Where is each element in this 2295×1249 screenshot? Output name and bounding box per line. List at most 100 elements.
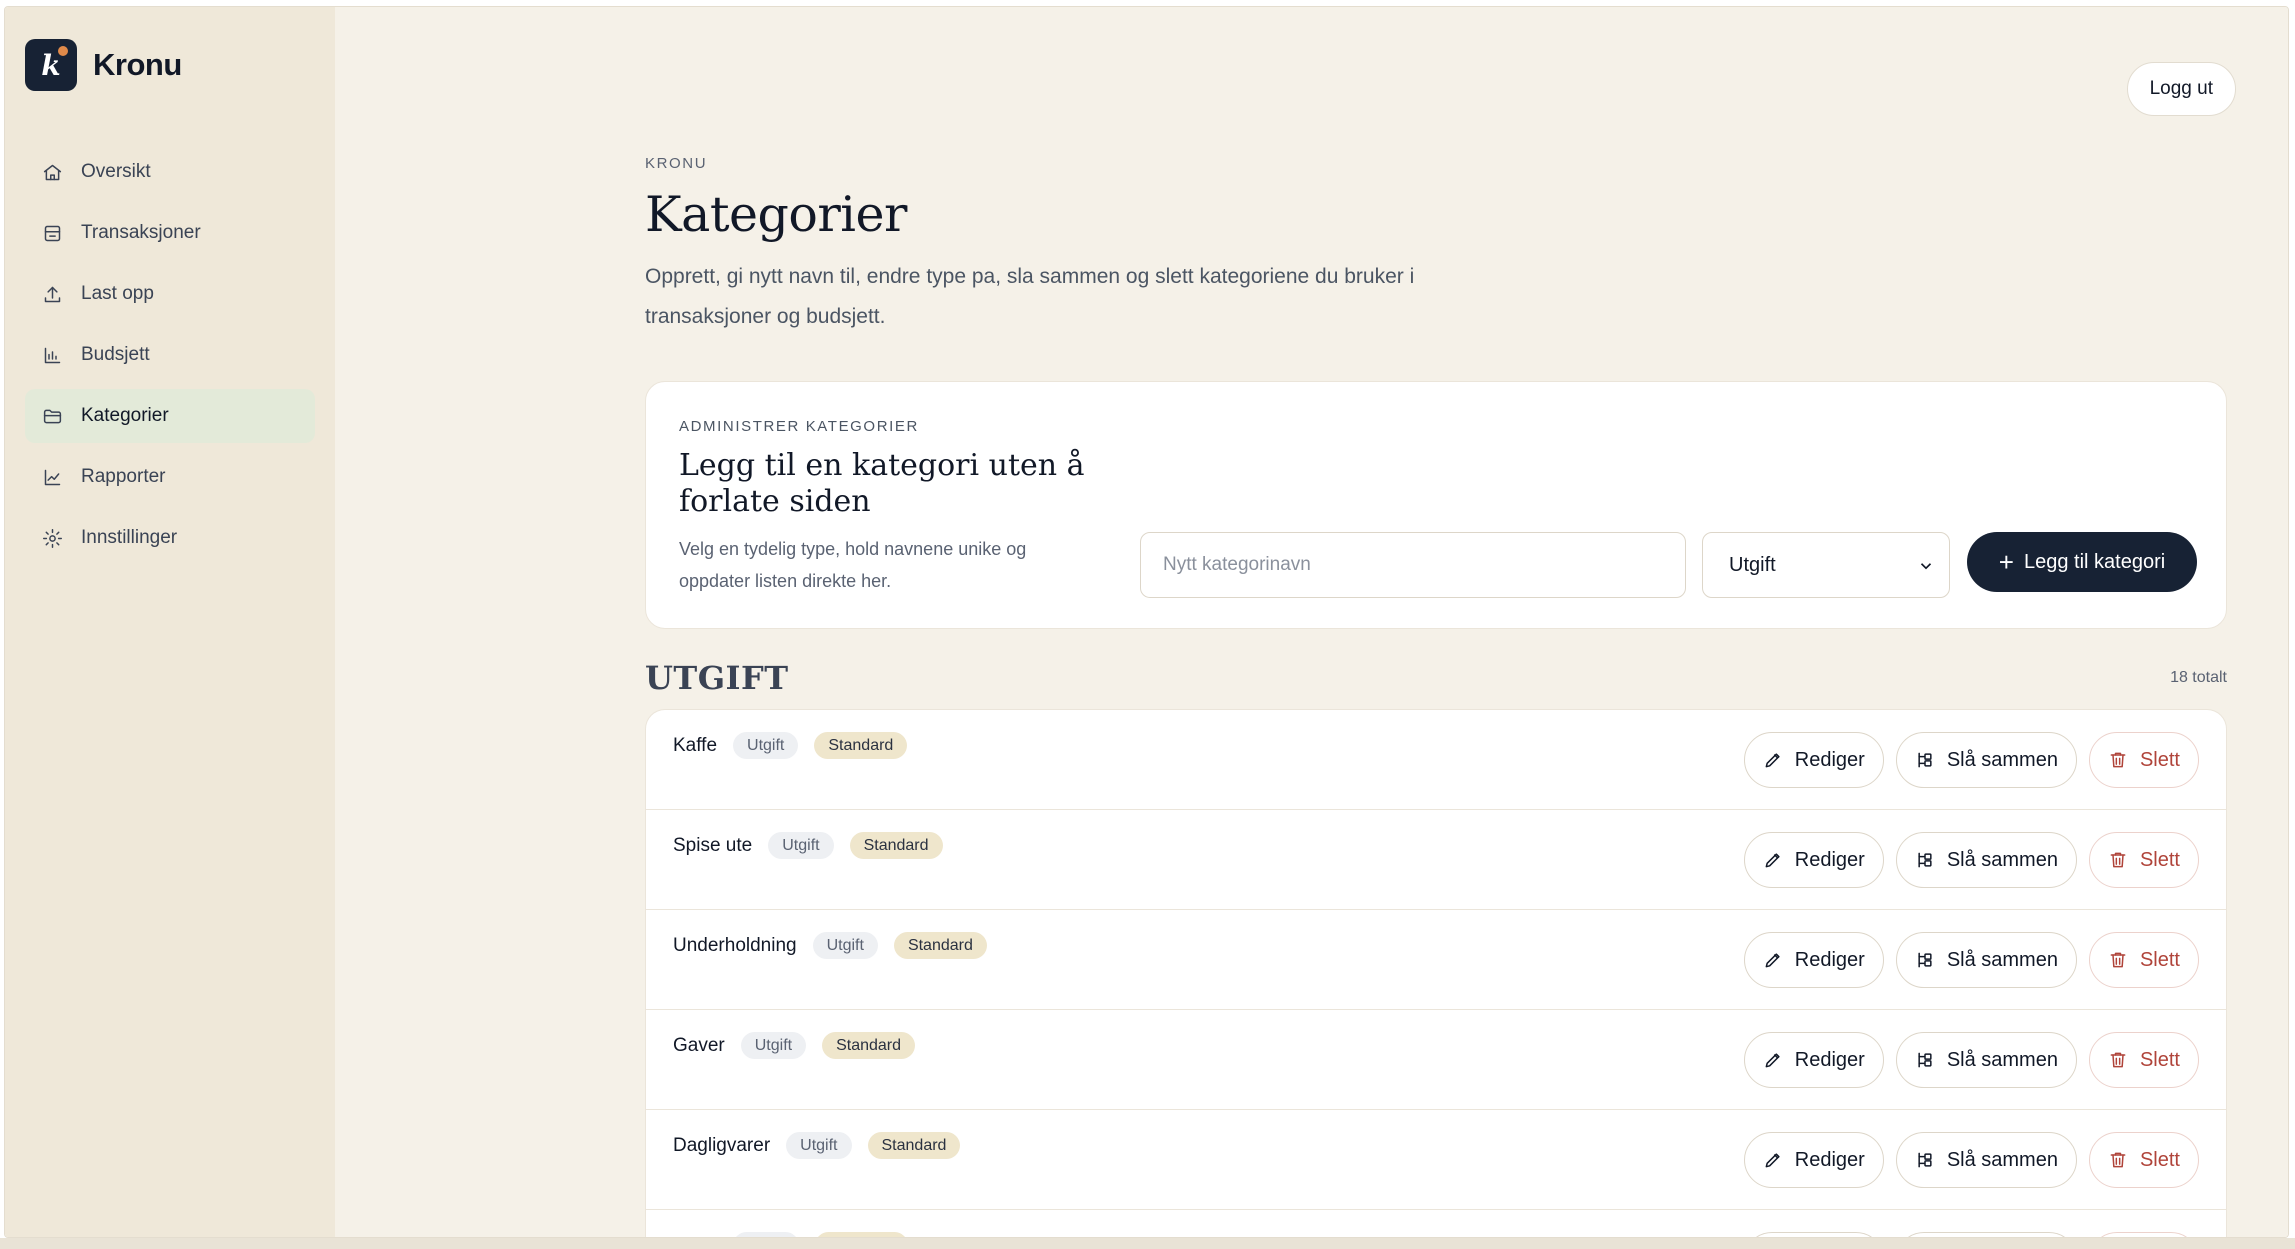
type-select-value: Utgift [1729, 553, 1776, 576]
row-actions: Rediger Slå sammen Slett [1732, 1132, 2199, 1188]
sidebar: k Kronu Oversikt Transaksjoner Last opp … [5, 7, 335, 1237]
row-actions: Rediger Slå sammen Slett [1732, 1032, 2199, 1088]
standard-badge: Standard [893, 932, 987, 959]
merge-icon [1918, 952, 1932, 968]
merge-label: Slå sammen [1946, 1048, 2058, 1071]
row-actions: Rediger Slå sammen Slett [1732, 732, 2199, 788]
sidebar-item-budsjett[interactable]: Budsjett [25, 328, 315, 382]
type-badge: Utgift [768, 832, 834, 859]
sidebar-item-last-opp[interactable]: Last opp [25, 267, 315, 321]
table-row: Gaver Utgift Standard Rediger Slå sammen… [646, 1010, 2226, 1110]
merge-button[interactable]: Slå sammen [1895, 832, 2077, 888]
window-bottom-edge [0, 1238, 2295, 1249]
edit-label: Rediger [1794, 748, 1865, 771]
sidebar-item-transaksjoner[interactable]: Transaksjoner [25, 206, 315, 260]
merge-button[interactable]: Slå sammen [1895, 1032, 2077, 1088]
delete-label: Slett [2139, 948, 2180, 971]
pencil-icon [1765, 753, 1780, 768]
type-badge: Utgift [740, 1032, 807, 1059]
line-chart-icon [41, 466, 63, 488]
standard-badge: Standard [814, 732, 908, 759]
pencil-icon [1765, 1053, 1780, 1068]
manage-title: Legg til en kategori uten å forlate side… [679, 448, 1085, 519]
gear-icon [41, 527, 63, 549]
delete-button[interactable]: Slett [2088, 1032, 2199, 1088]
edit-button[interactable]: Rediger [1743, 832, 1884, 888]
category-info: Dagligvarer Utgift Standard [673, 1132, 961, 1159]
delete-label: Slett [2139, 748, 2180, 771]
edit-label: Rediger [1794, 848, 1865, 871]
sidebar-item-label: Kategorier [81, 405, 169, 426]
upload-icon [41, 283, 63, 305]
logout-button[interactable]: Logg ut [2126, 62, 2236, 116]
delete-button[interactable]: Slett [2088, 732, 2199, 788]
add-category-label: Legg til kategori [2023, 550, 2166, 573]
sidebar-item-label: Transaksjoner [81, 222, 201, 243]
sidebar-item-oversikt[interactable]: Oversikt [25, 145, 315, 199]
delete-button[interactable]: Slett [2088, 1132, 2199, 1188]
main-content: Logg ut KRONU Kategorier Opprett, gi nyt… [335, 7, 2288, 1237]
sidebar-item-label: Oversikt [81, 161, 151, 182]
sidebar-item-label: Rapporter [81, 466, 166, 487]
app-window: k Kronu Oversikt Transaksjoner Last opp … [4, 6, 2289, 1238]
table-row: Kaffe Utgift Standard Rediger Slå sammen… [646, 710, 2226, 810]
type-badge: Utgift [786, 1132, 852, 1159]
plus-icon: + [1998, 547, 2014, 577]
table-row: Hjem Utgift Standard Rediger Slå sammen … [646, 1210, 2226, 1237]
sidebar-item-rapporter[interactable]: Rapporter [25, 450, 315, 504]
folder-icon [41, 405, 63, 427]
category-name-input[interactable] [1140, 532, 1686, 598]
merge-button[interactable]: Slå sammen [1895, 732, 2077, 788]
merge-label: Slå sammen [1946, 748, 2058, 771]
trash-icon [2110, 1052, 2126, 1068]
logo-icon: k [25, 39, 77, 91]
category-type-select[interactable]: Utgift [1702, 532, 1950, 598]
pencil-icon [1765, 1153, 1780, 1168]
merge-icon [1918, 1152, 1932, 1168]
sidebar-item-kategorier[interactable]: Kategorier [25, 389, 315, 443]
sidebar-item-label: Innstillinger [81, 527, 178, 548]
standard-badge: Standard [849, 832, 943, 859]
page-eyebrow: KRONU [645, 155, 708, 172]
delete-label: Slett [2139, 848, 2180, 871]
edit-button[interactable]: Rediger [1743, 932, 1884, 988]
table-row: Dagligvarer Utgift Standard Rediger Slå … [646, 1110, 2226, 1210]
section-title: UTGIFT [645, 659, 789, 697]
sidebar-item-innstillinger[interactable]: Innstillinger [25, 511, 315, 565]
delete-button[interactable]: Slett [2088, 932, 2199, 988]
trash-icon [2110, 752, 2126, 768]
chevron-down-icon [1917, 557, 1935, 575]
merge-label: Slå sammen [1946, 848, 2058, 871]
merge-button[interactable]: Slå sammen [1895, 932, 2077, 988]
table-row: Underholdning Utgift Standard Rediger Sl… [646, 910, 2226, 1010]
section-header: UTGIFT 18 totalt [645, 659, 2227, 699]
page-content: KRONU Kategorier Opprett, gi nytt navn t… [645, 155, 2227, 1237]
home-icon [41, 161, 63, 183]
category-info: Gaver Utgift Standard [673, 1032, 916, 1059]
delete-button[interactable]: Slett [2088, 832, 2199, 888]
merge-icon [1918, 852, 1932, 868]
edit-button[interactable]: Rediger [1743, 1132, 1884, 1188]
row-actions: Rediger Slå sammen Slett [1732, 832, 2199, 888]
edit-button[interactable]: Rediger [1743, 1032, 1884, 1088]
delete-label: Slett [2139, 1148, 2180, 1171]
merge-button[interactable]: Slå sammen [1895, 1132, 2077, 1188]
sidebar-item-label: Last opp [81, 283, 154, 304]
trash-icon [2110, 952, 2126, 968]
merge-label: Slå sammen [1946, 1148, 2058, 1171]
sidebar-item-label: Budsjett [81, 344, 150, 365]
type-badge: Utgift [733, 732, 799, 759]
manage-eyebrow: ADMINISTRER KATEGORIER [679, 418, 919, 435]
row-actions: Rediger Slå sammen Slett [1732, 932, 2199, 988]
category-info: Underholdning Utgift Standard [673, 932, 987, 959]
standard-badge: Standard [822, 1032, 916, 1059]
add-category-button[interactable]: + Legg til kategori [1967, 532, 2197, 592]
section-count: 18 totalt [2170, 669, 2227, 686]
edit-label: Rediger [1794, 1148, 1865, 1171]
category-info: Kaffe Utgift Standard [673, 732, 908, 759]
brand[interactable]: k Kronu [25, 39, 182, 91]
category-name: Dagligvarer [673, 1134, 771, 1156]
edit-button[interactable]: Rediger [1743, 732, 1884, 788]
table-row: Spise ute Utgift Standard Rediger Slå sa… [646, 810, 2226, 910]
receipt-icon [41, 222, 63, 244]
